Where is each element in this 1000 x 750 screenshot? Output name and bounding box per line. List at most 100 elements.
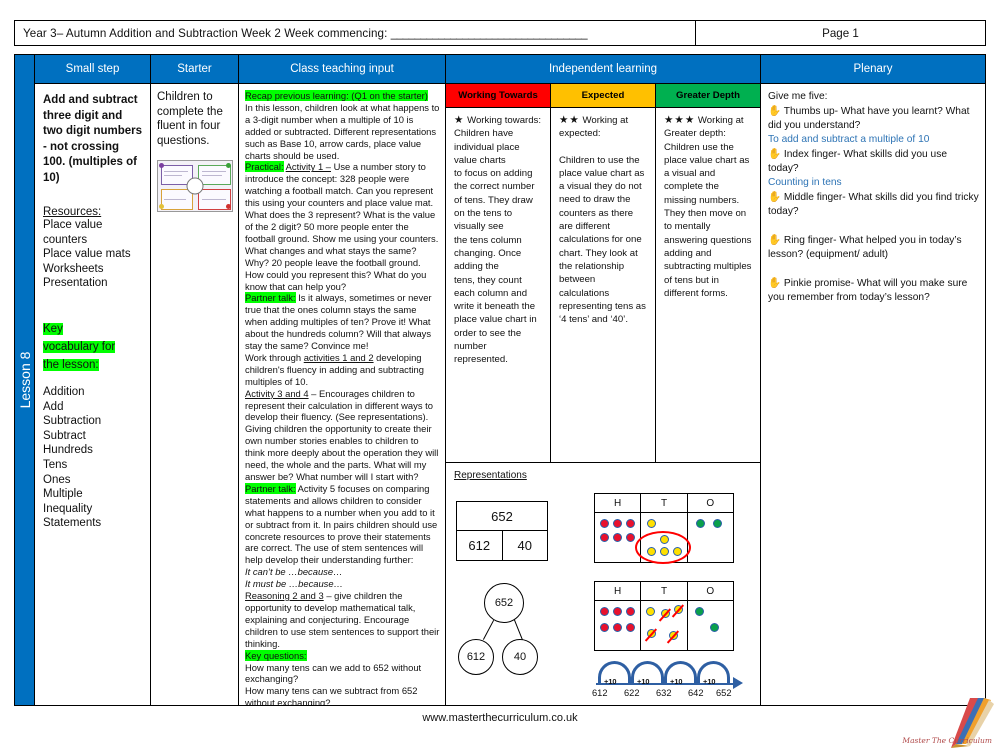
column-header-independent: Independent learning <box>446 55 760 84</box>
band-working-towards: Working Towards <box>446 84 551 107</box>
page-number: Page 1 <box>695 21 985 45</box>
tier-greater-depth-body: Children use the place value chart as a … <box>664 141 752 299</box>
bar-model-whole: 652 <box>456 501 548 531</box>
plenary-item-2: ✋ Index finger- What skills did you use … <box>768 147 980 176</box>
practical-label: Practical: <box>245 161 284 173</box>
document-header: Year 3– Autumn Addition and Subtraction … <box>14 20 986 46</box>
plenary-prompt-3: Middle finger- What skills did you find … <box>768 192 979 217</box>
partner-talk-1-line: Partner talk: Is it always, sometimes or… <box>245 292 440 352</box>
jump-label-1: +10 <box>604 677 617 686</box>
header-title: Year 3– Autumn Addition and Subtraction … <box>23 26 388 40</box>
lesson-plan-page: Year 3– Autumn Addition and Subtraction … <box>0 0 1000 750</box>
jump-label-3: +10 <box>670 677 683 686</box>
plenary-prompt-5: Pinkie promise- What will you make sure … <box>768 278 968 303</box>
pvc1-header-h: H <box>595 494 642 512</box>
stem-sentence-1: It can’t be …because… <box>245 566 343 578</box>
part-whole-leg-right <box>513 619 524 641</box>
place-value-chart-1-headers: H T O <box>595 494 733 513</box>
header-title-area: Year 3– Autumn Addition and Subtraction … <box>15 27 695 40</box>
tier-expected-heading: ★★ Working at expected: <box>559 114 648 141</box>
place-value-chart-2-body <box>595 601 733 650</box>
key-questions-label: Key questions: <box>245 649 307 661</box>
pvc1-header-t: T <box>641 494 688 512</box>
plenary-prompt-4: Ring finger- What helped you in today’s … <box>768 235 962 260</box>
band-expected: Expected <box>551 84 656 107</box>
column-independent-learning: Independent learning Working Towards Exp… <box>446 55 761 705</box>
representations-label: Representations <box>454 470 527 481</box>
partner-talk-1-label: Partner talk: <box>245 292 296 304</box>
key-vocabulary-list: Addition Add Subtraction Subtract Hundre… <box>43 385 102 530</box>
tier-working-towards: ★ Working towards: Children have individ… <box>446 108 551 462</box>
number-line-arrowhead <box>733 677 743 689</box>
plenary-item-1: ✋ Thumbs up- What have you learnt? What … <box>768 104 980 133</box>
part-whole-model-diagram: 652 612 40 <box>448 583 558 678</box>
resources-list: Place value counters Place value mats Wo… <box>43 219 131 290</box>
activity-1-label: Activity 1 – <box>285 161 331 173</box>
recap-label: Recap previous learning: (Q1 on the star… <box>245 90 428 101</box>
partner-talk-2-line: Partner talk: Activity 5 focuses on comp… <box>245 482 440 566</box>
part-whole-leg-left <box>482 619 495 641</box>
representations-section: Representations 652 612 40 652 612 40 H … <box>446 463 760 705</box>
tier-expected-body: Children to use the place value chart as… <box>559 154 646 326</box>
number-line-tick-2: 622 <box>624 688 640 698</box>
pvc1-ones-cell <box>688 513 733 562</box>
bar-model-parts: 612 40 <box>456 531 548 561</box>
recap-body: In this lesson, children look at what ha… <box>245 101 440 161</box>
column-class-teaching-input: Class teaching input Recap previous lear… <box>239 55 446 705</box>
teaching-body: Recap previous learning: (Q1 on the star… <box>239 84 445 705</box>
column-starter: Starter Children to complete the fluent … <box>151 55 239 705</box>
column-plenary: Plenary Give me five: ✋ Thumbs up- What … <box>761 55 985 705</box>
practical-line: Practical: Activity 1 – Use a number sto… <box>245 161 440 292</box>
jump-label-2: +10 <box>637 677 650 686</box>
place-value-chart-2-headers: H T O <box>595 582 733 601</box>
brand-wordmark: Master The Curriculum <box>902 736 992 745</box>
tier-descriptions-row: ★ Working towards: Children have individ… <box>446 108 760 463</box>
place-value-chart-2: H T O <box>594 581 734 651</box>
starter-body: Children to complete the fluent in four … <box>151 84 238 705</box>
pvc2-hundreds-cell <box>595 601 642 650</box>
work-through-pre: Work through <box>245 351 304 363</box>
plenary-prompt-2: Index finger- What skills did you use to… <box>768 149 947 174</box>
tier-working-towards-body: Children have individual place value cha… <box>454 128 537 366</box>
star-rating-2: ★★ <box>559 114 580 126</box>
plenary-answer-1: To add and subtract a multiple of 10 <box>768 134 930 145</box>
week-commencing-blank: _________________________________ <box>390 26 588 40</box>
pvc2-header-o: O <box>706 585 715 597</box>
activity-3-4-body: – Encourages children to represent their… <box>245 387 439 482</box>
reasoning-line: Reasoning 2 and 3 – give children the op… <box>245 590 440 650</box>
number-line-tick-3: 632 <box>656 688 672 698</box>
recap-label-line: Recap previous learning: (Q1 on the star… <box>245 90 440 102</box>
plenary-item-5: ✋ Pinkie promise- What will you make sur… <box>768 276 980 305</box>
jump-label-4: +10 <box>703 677 716 686</box>
place-value-chart-1-body <box>595 513 733 564</box>
footer-url: www.masterthecurriculum.co.uk <box>422 712 578 724</box>
tier-greater-depth-heading: ★★★ Working at Greater depth: <box>664 114 753 141</box>
column-small-step: Small step Add and subtract three digit … <box>35 55 151 705</box>
pvc2-tens-cell <box>641 601 688 650</box>
pvc1-hundreds-cell <box>595 513 642 562</box>
lesson-grid: Lesson 8 Small step Add and subtract thr… <box>14 54 986 706</box>
plenary-body: Give me five: ✋ Thumbs up- What have you… <box>761 84 985 305</box>
plenary-answer-2: Counting in tens <box>768 177 842 188</box>
plenary-intro: Give me five: <box>768 91 828 102</box>
star-rating-1: ★ <box>454 114 465 126</box>
number-line-tick-5: 652 <box>716 688 732 698</box>
pvc1-tens-cell <box>635 513 692 564</box>
small-step-body: Add and subtract three digit and two dig… <box>35 84 150 705</box>
key-questions-body: How many tens can we add to 652 without … <box>245 661 422 706</box>
pvc2-header-t: T <box>641 582 688 600</box>
activity-3-4-label: Activity 3 and 4 <box>245 387 309 399</box>
key-vocabulary-label: Key vocabulary for the lesson: <box>43 322 116 371</box>
number-line-tick-1: 612 <box>592 688 608 698</box>
lesson-spine: Lesson 8 <box>15 55 35 705</box>
small-step-title: Add and subtract three digit and two dig… <box>43 94 143 184</box>
part-whole-whole: 652 <box>484 583 524 623</box>
key-questions-line: Key questions: <box>245 649 440 662</box>
starter-text: Children to complete the fluent in four … <box>157 91 223 147</box>
part-whole-part-2: 40 <box>502 639 538 675</box>
practical-body: Use a number story to introduce the conc… <box>245 161 439 292</box>
lesson-spine-label: Lesson 8 <box>16 351 33 409</box>
star-rating-3: ★★★ <box>664 114 696 126</box>
activity-3-4-line: Activity 3 and 4 – Encourages children t… <box>245 388 440 483</box>
column-header-teaching: Class teaching input <box>239 55 445 84</box>
